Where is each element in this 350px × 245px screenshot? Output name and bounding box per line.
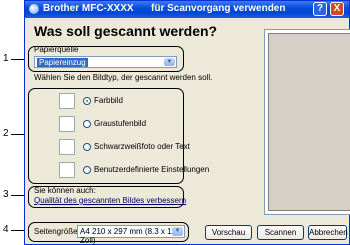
callout-4: 4 [3, 224, 9, 235]
improve-quality-link[interactable]: Qualität des gescannten Bildes verbesser… [34, 196, 186, 205]
chevron-down-icon[interactable]: ▼ [164, 58, 175, 66]
custom-settings-icon [59, 162, 75, 178]
page-size-select[interactable]: A4 210 x 297 mm (8.3 x 11.7 Zoll) ▼ [77, 225, 185, 245]
chevron-down-icon[interactable]: ▼ [172, 227, 183, 236]
custom-radio[interactable] [83, 166, 91, 174]
grayscale-image-icon [59, 116, 75, 132]
scan-button[interactable]: Scannen [257, 225, 304, 240]
dialog-heading: Was soll gescannt werden? [34, 23, 218, 39]
page-size-value: A4 210 x 297 mm (8.3 x 11.7 Zoll) [80, 227, 183, 245]
color-radio[interactable] [83, 97, 91, 105]
scan-dialog: Brother MFC-XXXX für Scanvorgang verwend… [24, 0, 350, 245]
image-type-prompt: Wählen Sie den Bildtyp, der gescannt wer… [34, 73, 213, 82]
bw-text-icon [59, 139, 75, 155]
paper-source-value: Papiereinzug [37, 58, 88, 67]
grayscale-radio[interactable] [83, 120, 91, 128]
option-grayscale-label: Graustufenbild [94, 119, 147, 128]
color-image-icon [59, 93, 75, 109]
also-label: Sie können auch: [34, 186, 96, 195]
callout-1: 1 [3, 53, 9, 64]
paper-source-label: Papierquelle [34, 45, 79, 54]
preview-canvas [268, 33, 350, 211]
close-button[interactable]: X [330, 2, 344, 16]
callout-2: 2 [3, 128, 9, 139]
cancel-button[interactable]: Abbrechen [308, 225, 348, 240]
bw-radio[interactable] [83, 143, 91, 151]
app-icon [29, 4, 39, 14]
preview-button[interactable]: Vorschau [205, 225, 252, 240]
callout-3: 3 [3, 189, 9, 200]
title-purpose: für Scanvorgang verwenden [151, 3, 286, 14]
preview-area [264, 29, 350, 215]
title-device: Brother MFC-XXXX [43, 3, 134, 14]
option-color-label: Farbbild [94, 96, 123, 105]
option-bw-label: Schwarzweißfoto oder Text [94, 142, 190, 151]
title-bar[interactable]: Brother MFC-XXXX für Scanvorgang verwend… [25, 1, 349, 18]
option-custom-label: Benutzerdefinierte Einstellungen [94, 165, 210, 174]
paper-source-select[interactable]: Papiereinzug ▼ [34, 56, 177, 68]
help-button[interactable]: ? [313, 2, 327, 16]
page-size-label: Seitengröße: [34, 227, 80, 236]
